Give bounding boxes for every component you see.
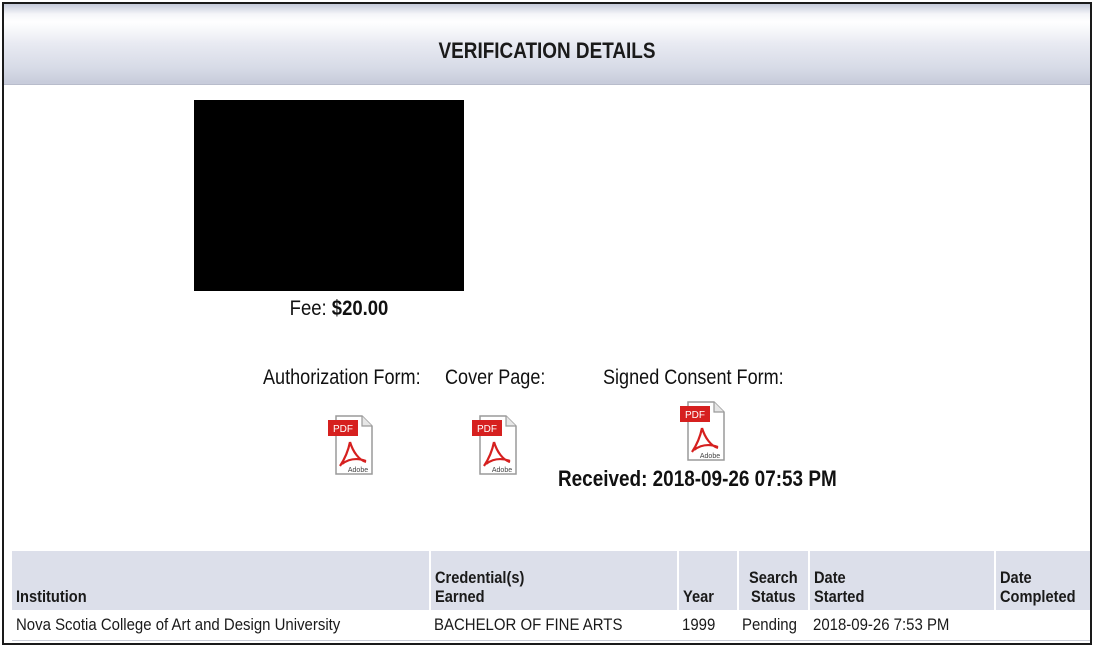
cell-date-started: 2018-09-26 7:53 PM [808, 610, 996, 641]
column-header-date-completed: Date Completed [995, 551, 1090, 610]
page-title: VERIFICATION DETAILS [438, 38, 656, 63]
received-timestamp: Received: 2018-09-26 07:53 PM [558, 466, 837, 491]
table-row: Nova Scotia College of Art and Design Un… [12, 610, 1090, 641]
cell-year: 1999 [678, 610, 739, 641]
column-header-credentials: Credential(s) Earned [429, 551, 680, 610]
authorization-form-label: Authorization Form: [263, 366, 421, 389]
authorization-form-pdf-icon[interactable]: PDF Adobe [326, 410, 376, 478]
column-header-year: Year [678, 551, 740, 610]
cell-institution: Nova Scotia College of Art and Design Un… [12, 610, 430, 641]
cell-credential: BACHELOR OF FINE ARTS [429, 610, 679, 641]
fee-value: $20.00 [331, 297, 389, 320]
svg-text:PDF: PDF [685, 410, 705, 421]
svg-text:Adobe: Adobe [700, 453, 720, 460]
column-header-institution: Institution [12, 551, 431, 610]
fee-label: Fee: [289, 297, 327, 320]
cell-search-status: Pending [738, 610, 809, 641]
svg-text:Adobe: Adobe [492, 467, 512, 474]
cell-date-completed [995, 610, 1090, 641]
signed-consent-form-pdf-icon[interactable]: PDF Adobe [678, 396, 728, 464]
column-header-date-started: Date Started [808, 551, 997, 610]
section-header: VERIFICATION DETAILS [4, 4, 1090, 85]
verification-details-panel: VERIFICATION DETAILS Fee: $20.00 Authori… [2, 2, 1092, 645]
svg-text:PDF: PDF [477, 424, 497, 435]
verification-results-table: Institution Credential(s) Earned Year Sea… [12, 551, 1090, 641]
svg-text:PDF: PDF [333, 424, 353, 435]
svg-text:Adobe: Adobe [348, 467, 368, 474]
column-header-search-status: Search Status [738, 551, 810, 610]
redacted-image [194, 100, 464, 291]
fee-line: Fee: $20.00 [211, 297, 466, 321]
signed-consent-form-label: Signed Consent Form: [603, 366, 784, 389]
cover-page-pdf-icon[interactable]: PDF Adobe [470, 410, 520, 478]
cover-page-label: Cover Page: [445, 366, 546, 389]
table-header-row: Institution Credential(s) Earned Year Sea… [12, 551, 1090, 610]
